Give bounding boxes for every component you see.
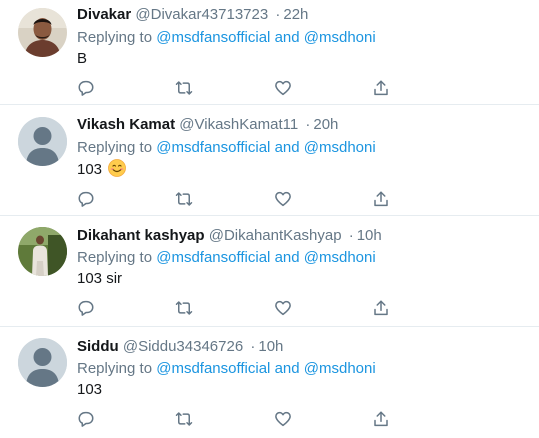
retweet-icon[interactable]: [174, 299, 194, 319]
like-icon[interactable]: [274, 79, 294, 99]
replying-to: Replying to @msdfansofficial and @msdhon…: [77, 248, 376, 268]
conjunction-text: and: [274, 249, 300, 266]
tweet-text-content: 103 sir: [77, 270, 123, 287]
share-icon[interactable]: [372, 79, 392, 99]
tweet-text: 103 sir: [77, 269, 122, 289]
tweet-header: Divakar @Divakar43713723 · 22h: [77, 5, 308, 25]
tweet-header: Siddu @Siddu34346726 · 10h: [77, 337, 283, 357]
replying-to: Replying to @msdfansofficial and @msdhon…: [77, 28, 376, 48]
replying-to-label: Replying to: [77, 29, 153, 46]
reply-icon[interactable]: [77, 79, 97, 99]
avatar[interactable]: [18, 117, 67, 166]
like-icon[interactable]: [274, 410, 294, 430]
conjunction-text: and: [274, 29, 300, 46]
tweet-text-content: 103: [77, 161, 103, 178]
tweet-actions: [77, 299, 407, 319]
default-profile-icon: [18, 338, 67, 387]
tweet[interactable]: Vikash Kamat @VikashKamat11 · 20h Replyin…: [0, 106, 539, 216]
avatar[interactable]: [18, 8, 67, 57]
retweet-icon[interactable]: [174, 79, 194, 99]
share-icon[interactable]: [372, 190, 392, 210]
tweet-text-content: B: [77, 50, 88, 67]
mention-link[interactable]: @msdhoni: [304, 139, 376, 156]
retweet-icon[interactable]: [174, 410, 194, 430]
avatar-photo-icon: [18, 227, 67, 276]
timestamp[interactable]: 20h: [313, 116, 338, 133]
tweet[interactable]: Dikahant kashyap @DikahantKashyap · 10h R…: [0, 216, 539, 327]
reply-icon[interactable]: [77, 410, 97, 430]
avatar-photo-icon: [18, 8, 67, 57]
smiling-face-emoji-icon: [108, 159, 127, 183]
reply-icon[interactable]: [77, 190, 97, 210]
user-handle[interactable]: @VikashKamat11: [179, 116, 298, 133]
tweet-text: 103: [77, 159, 127, 183]
retweet-icon[interactable]: [174, 190, 194, 210]
tweet[interactable]: Siddu @Siddu34346726 · 10h Replying to @m…: [0, 327, 539, 438]
tweet-actions: [77, 410, 407, 430]
tweet-text: B: [77, 49, 87, 69]
mention-link[interactable]: @msdhoni: [304, 360, 376, 377]
separator-dot: ·: [250, 338, 256, 355]
replying-to-label: Replying to: [77, 249, 153, 266]
separator-dot: ·: [348, 227, 354, 244]
display-name[interactable]: Dikahant kashyap: [77, 227, 205, 244]
share-icon[interactable]: [372, 410, 392, 430]
default-profile-icon: [18, 117, 67, 166]
replying-to-label: Replying to: [77, 139, 153, 156]
like-icon[interactable]: [274, 190, 294, 210]
mention-link[interactable]: @msdfansofficial: [156, 360, 270, 377]
tweet-actions: [77, 190, 407, 210]
tweet-text: 103: [77, 380, 102, 400]
display-name[interactable]: Siddu: [77, 338, 119, 355]
display-name[interactable]: Vikash Kamat: [77, 116, 175, 133]
separator-dot: ·: [275, 6, 281, 23]
tweet-actions: [77, 79, 407, 99]
conjunction-text: and: [274, 139, 300, 156]
avatar[interactable]: [18, 227, 67, 276]
timestamp[interactable]: 22h: [283, 6, 308, 23]
share-icon[interactable]: [372, 299, 392, 319]
display-name[interactable]: Divakar: [77, 6, 131, 23]
mention-link[interactable]: @msdfansofficial: [156, 29, 270, 46]
tweet[interactable]: Divakar @Divakar43713723 · 22h Replying t…: [0, 0, 539, 105]
like-icon[interactable]: [274, 299, 294, 319]
user-handle[interactable]: @DikahantKashyap: [209, 227, 342, 244]
reply-feed: Divakar @Divakar43713723 · 22h Replying t…: [0, 0, 539, 438]
mention-link[interactable]: @msdhoni: [304, 29, 376, 46]
reply-icon[interactable]: [77, 299, 97, 319]
timestamp[interactable]: 10h: [258, 338, 283, 355]
user-handle[interactable]: @Divakar43713723: [135, 6, 268, 23]
tweet-text-content: 103: [77, 381, 103, 398]
replying-to: Replying to @msdfansofficial and @msdhon…: [77, 138, 376, 158]
user-handle[interactable]: @Siddu34346726: [123, 338, 243, 355]
mention-link[interactable]: @msdfansofficial: [156, 249, 270, 266]
timestamp[interactable]: 10h: [357, 227, 382, 244]
tweet-header: Vikash Kamat @VikashKamat11 · 20h: [77, 115, 338, 135]
conjunction-text: and: [274, 360, 300, 377]
separator-dot: ·: [305, 116, 311, 133]
mention-link[interactable]: @msdfansofficial: [156, 139, 270, 156]
avatar[interactable]: [18, 338, 67, 387]
tweet-header: Dikahant kashyap @DikahantKashyap · 10h: [77, 226, 382, 246]
mention-link[interactable]: @msdhoni: [304, 249, 376, 266]
replying-to-label: Replying to: [77, 360, 153, 377]
replying-to: Replying to @msdfansofficial and @msdhon…: [77, 359, 376, 379]
